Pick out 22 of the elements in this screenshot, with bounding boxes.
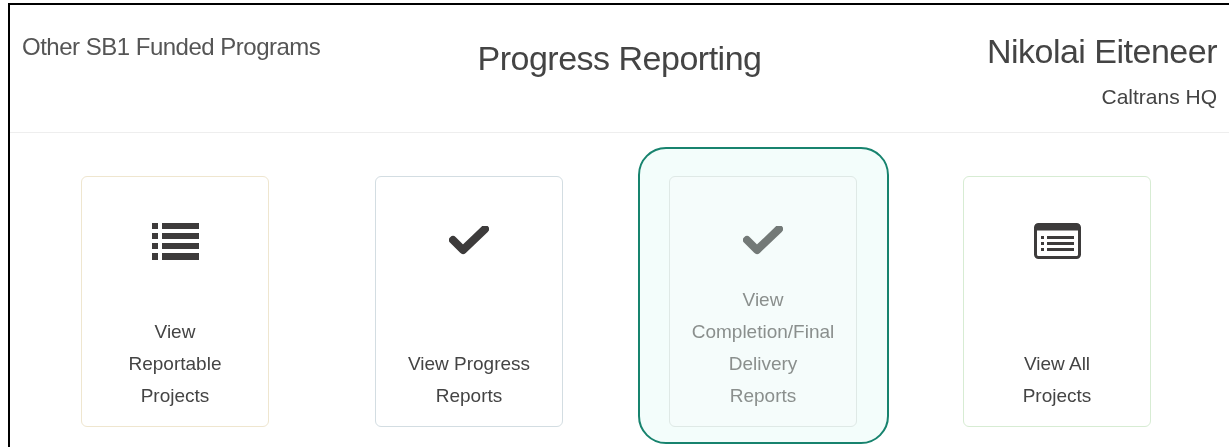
card-label: View Progress [407,352,531,376]
table-list-icon [1033,223,1081,259]
user-name: Nikolai Eiteneer [986,31,1217,72]
checkmark-icon [743,225,783,257]
card-label: View [742,288,784,312]
program-name: Other SB1 Funded Programs [22,32,321,62]
menu-card[interactable]: View Progress Reports [375,176,563,427]
card-label: Delivery [728,352,798,376]
card-label: View All [1023,352,1091,376]
card-label: Reports [729,384,797,408]
card-label: Reportable [128,352,222,376]
card-label: Completion/Final [691,320,835,344]
list-icon [151,222,199,260]
card-label: View [154,320,196,344]
user-organization: Caltrans HQ [1101,84,1217,110]
menu-card[interactable]: View All Projects [963,176,1151,427]
card-label: Projects [140,384,210,408]
checkmark-icon [449,225,489,257]
menu-card[interactable]: View Reportable Projects [81,176,269,427]
card-label: Projects [1022,384,1092,408]
page-title: Progress Reporting [477,39,762,77]
card-label: Reports [435,384,503,408]
